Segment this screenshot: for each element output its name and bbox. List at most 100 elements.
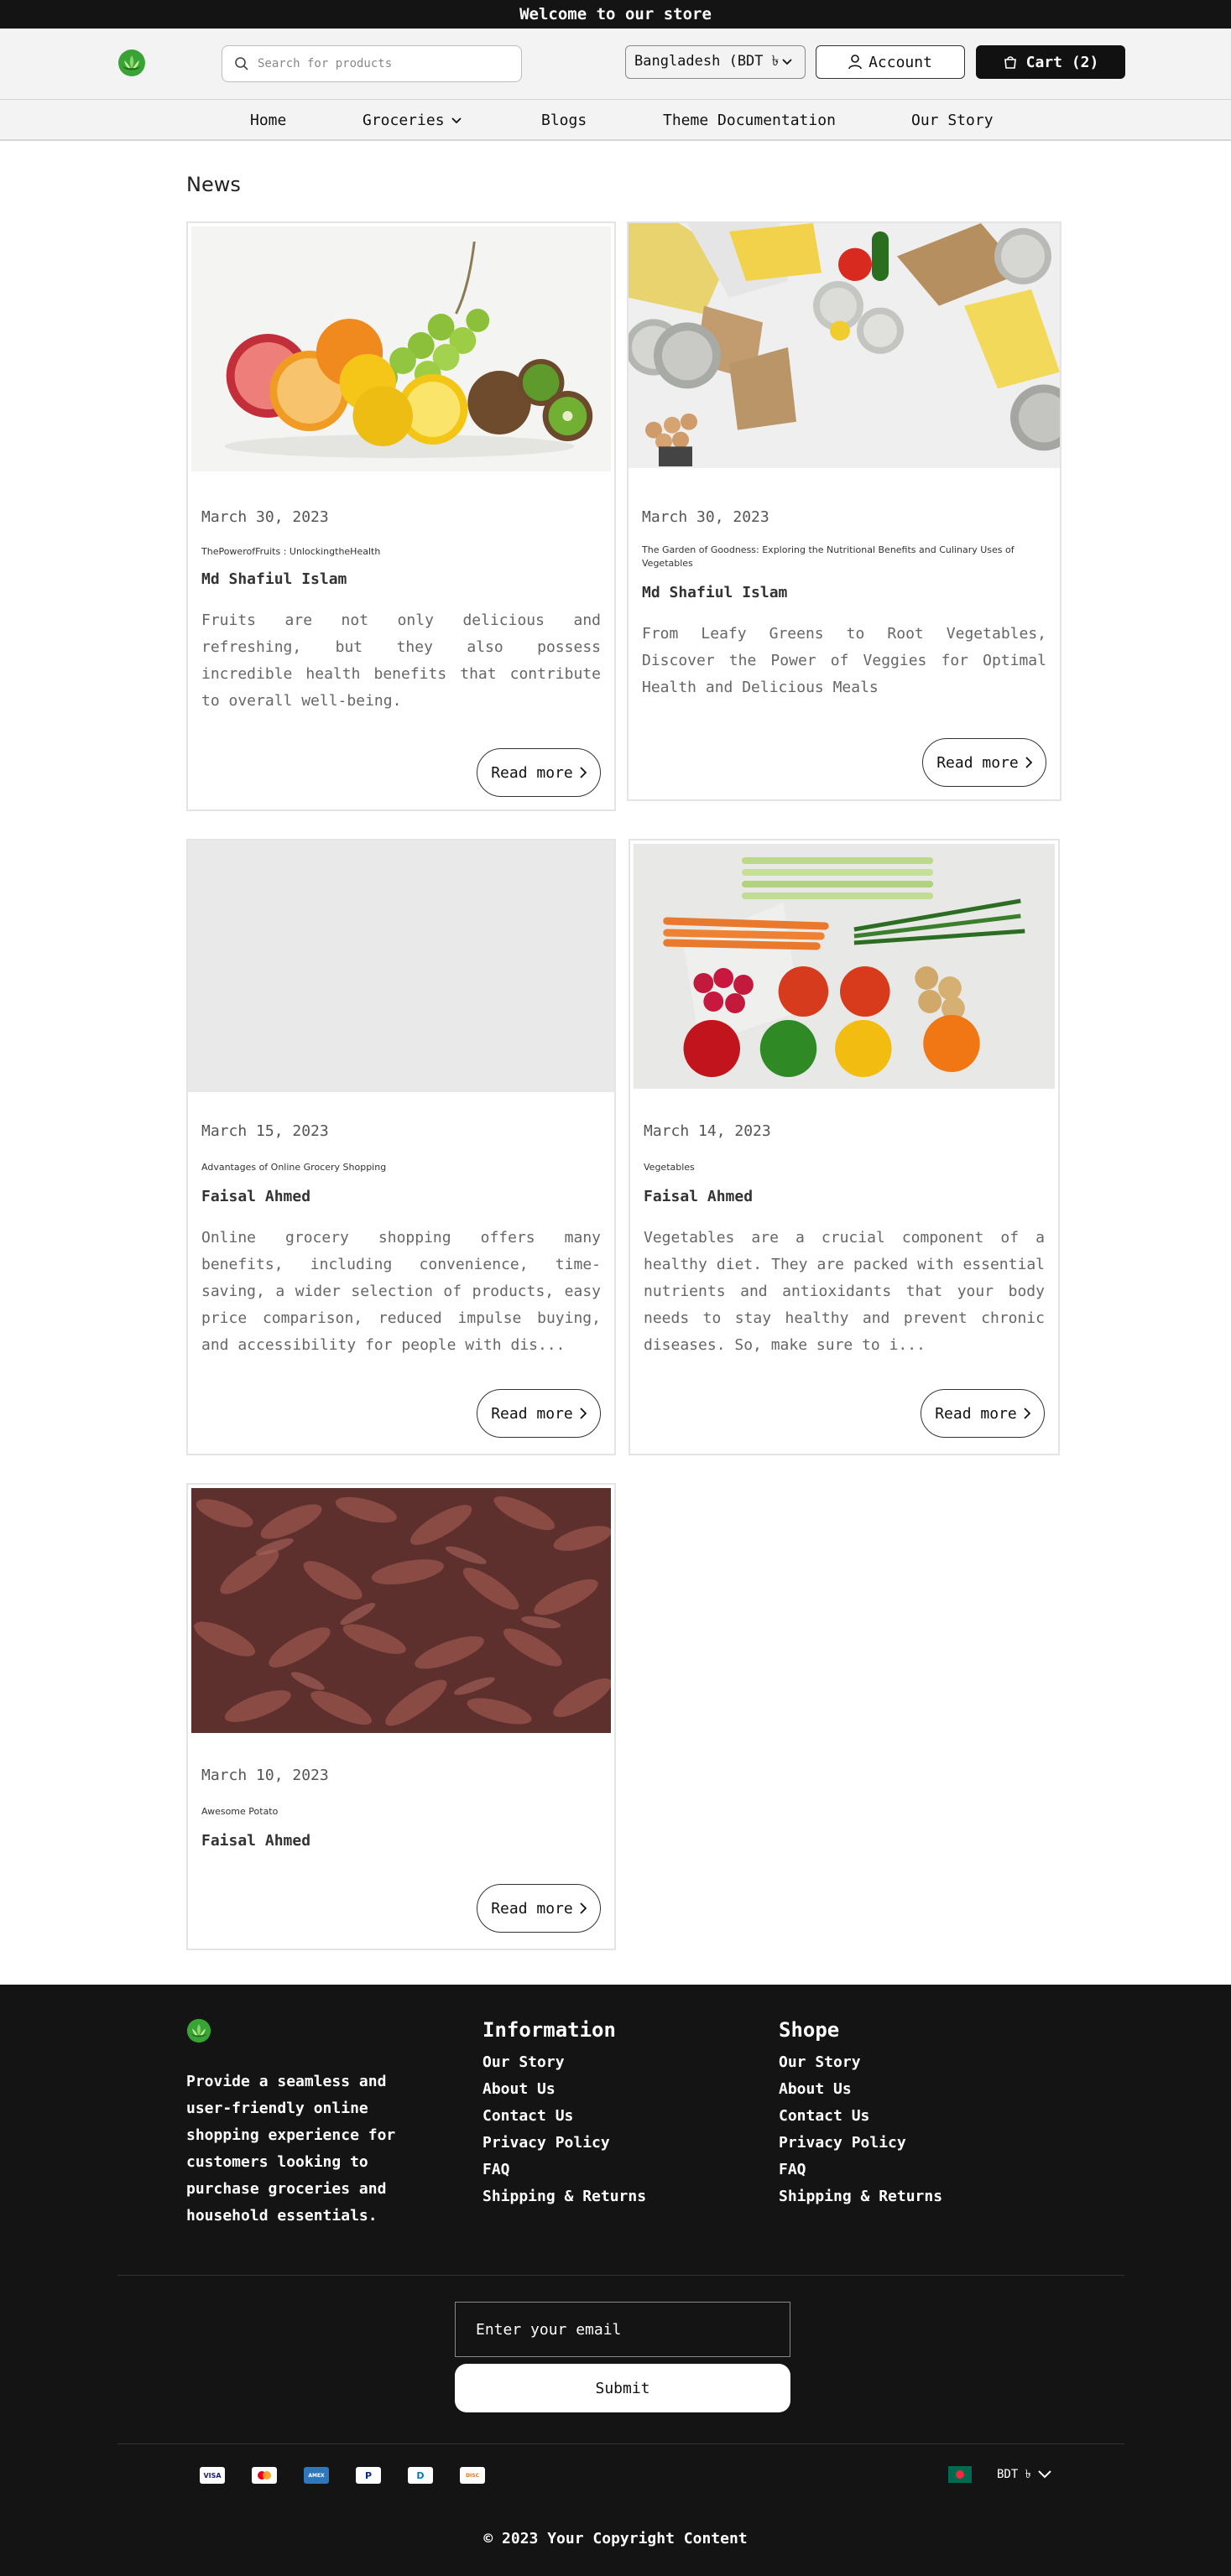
footer-link-about-us[interactable]: About Us bbox=[482, 2080, 646, 2098]
discover-icon: DISC bbox=[460, 2467, 485, 2484]
site-header: Bangladesh (BDT ৳ Account Cart (2) bbox=[0, 29, 1231, 99]
article-subtitle[interactable]: Awesome Potato bbox=[201, 1805, 601, 1819]
article-card: March 14, 2023 Vegetables Faisal Ahmed V… bbox=[629, 839, 1060, 1455]
chevron-down-icon bbox=[1037, 2470, 1051, 2479]
article-subtitle[interactable]: Advantages of Online Grocery Shopping bbox=[201, 1161, 601, 1174]
footer-link-privacy-policy[interactable]: Privacy Policy bbox=[482, 2134, 646, 2152]
article-subtitle[interactable]: Vegetables bbox=[644, 1161, 1045, 1174]
article-date: March 30, 2023 bbox=[201, 508, 329, 526]
footer-link-contact-us[interactable]: Contact Us bbox=[779, 2107, 942, 2125]
article-author: Md Shafiul Islam bbox=[642, 584, 788, 601]
article-author: Faisal Ahmed bbox=[201, 1188, 311, 1205]
logo-icon[interactable] bbox=[117, 49, 146, 77]
cart-button[interactable]: Cart (2) bbox=[976, 45, 1125, 79]
article-image-potatoes[interactable] bbox=[191, 1488, 611, 1733]
amex-icon: AMEX bbox=[304, 2467, 329, 2484]
read-more-button[interactable]: Read more bbox=[922, 738, 1046, 787]
read-more-button[interactable]: Read more bbox=[477, 1389, 601, 1438]
chevron-right-icon bbox=[1024, 1408, 1030, 1419]
newsletter-submit-button[interactable]: Submit bbox=[455, 2364, 790, 2412]
groceries-illustration bbox=[629, 223, 1060, 468]
article-date: March 14, 2023 bbox=[644, 1122, 771, 1140]
user-icon bbox=[848, 55, 862, 70]
read-more-button[interactable]: Read more bbox=[477, 748, 601, 797]
nav-home-label: Home bbox=[250, 112, 287, 129]
diners-icon-label: D bbox=[416, 2469, 425, 2481]
read-more-label: Read more bbox=[491, 1899, 573, 1918]
chevron-right-icon bbox=[580, 767, 587, 778]
country-selector[interactable]: Bangladesh (BDT ৳ bbox=[625, 45, 806, 79]
nav-groceries[interactable]: Groceries bbox=[363, 112, 462, 129]
cart-label: Cart (2) bbox=[1025, 53, 1099, 71]
article-date: March 10, 2023 bbox=[201, 1767, 329, 1784]
footer-link-faq[interactable]: FAQ bbox=[779, 2161, 942, 2178]
article-excerpt: Vegetables are a crucial component of a … bbox=[644, 1229, 1045, 1354]
article-card: March 10, 2023 Awesome Potato Faisal Ahm… bbox=[186, 1483, 616, 1950]
footer-link-about-us[interactable]: About Us bbox=[779, 2080, 942, 2098]
search-box[interactable] bbox=[222, 45, 522, 82]
article-author: Faisal Ahmed bbox=[201, 1832, 311, 1850]
article-image-groceries[interactable] bbox=[629, 223, 1060, 468]
footer-link-our-story[interactable]: Our Story bbox=[482, 2053, 646, 2071]
cart-icon bbox=[1004, 56, 1016, 69]
chevron-right-icon bbox=[1025, 757, 1032, 768]
submit-label: Submit bbox=[595, 2379, 650, 2397]
article-excerpt: From Leafy Greens to Root Vegetables, Di… bbox=[642, 625, 1046, 696]
article-image-vegetables[interactable] bbox=[634, 844, 1055, 1089]
read-more-label: Read more bbox=[936, 753, 1019, 772]
nav-our-story[interactable]: Our Story bbox=[911, 112, 994, 129]
blog-main: News March 30, 2023 ThePowerofFruits: U… bbox=[0, 141, 1231, 1985]
country-label: Bangladesh (BDT ৳ bbox=[634, 53, 780, 70]
newsletter-email-input[interactable] bbox=[455, 2302, 790, 2357]
nav-theme-documentation-label: Theme Documentation bbox=[663, 112, 836, 129]
nav-our-story-label: Our Story bbox=[911, 112, 994, 129]
logo-icon[interactable] bbox=[186, 2018, 211, 2043]
article-excerpt: Fruits are not only delicious and refres… bbox=[201, 611, 601, 710]
nav-home[interactable]: Home bbox=[250, 112, 286, 129]
vegetables-illustration bbox=[634, 844, 1055, 1089]
nav-theme-documentation[interactable]: Theme Documentation bbox=[663, 112, 836, 129]
footer-link-our-story[interactable]: Our Story bbox=[779, 2053, 942, 2071]
read-more-label: Read more bbox=[491, 763, 573, 782]
site-footer: Provide a seamless and user-friendly onl… bbox=[0, 1985, 1231, 2576]
nav-blogs[interactable]: Blogs bbox=[541, 112, 587, 129]
footer-shope-column: Shope Our Story About Us Contact Us Priv… bbox=[779, 2018, 942, 2214]
nav-groceries-label: Groceries bbox=[363, 112, 445, 129]
footer-link-contact-us[interactable]: Contact Us bbox=[482, 2107, 646, 2125]
nav-blogs-label: Blogs bbox=[541, 112, 587, 129]
article-card: March 30, 2023 The Garden of Goodness: E… bbox=[627, 221, 1061, 801]
article-excerpt: Online grocery shopping offers many bene… bbox=[201, 1229, 601, 1354]
page-title: News bbox=[186, 173, 241, 196]
diners-icon: D bbox=[408, 2467, 433, 2484]
footer-shope-title: Shope bbox=[779, 2018, 840, 2042]
main-nav: Home Groceries Blogs Theme Documentation… bbox=[0, 99, 1231, 141]
announcement-text: Welcome to our store bbox=[519, 5, 712, 23]
article-card: March 15, 2023 Advantages of Online Groc… bbox=[186, 839, 616, 1455]
visa-icon: VISA bbox=[200, 2467, 225, 2484]
search-input[interactable] bbox=[258, 57, 501, 70]
footer-divider bbox=[117, 2275, 1124, 2276]
chevron-right-icon bbox=[580, 1408, 587, 1419]
fruits-illustration bbox=[224, 241, 593, 458]
read-more-button[interactable]: Read more bbox=[477, 1884, 601, 1933]
footer-about-text: Provide a seamless and user-friendly onl… bbox=[186, 2073, 396, 2225]
paypal-icon-label: P bbox=[364, 2469, 373, 2481]
article-image-placeholder[interactable] bbox=[188, 840, 614, 1092]
currency-selector[interactable]: BDT ৳ bbox=[997, 2464, 1051, 2485]
footer-link-shipping-returns[interactable]: Shipping & Returns bbox=[482, 2188, 646, 2205]
account-button[interactable]: Account bbox=[816, 45, 965, 79]
potatoes-illustration bbox=[191, 1488, 611, 1733]
footer-link-privacy-policy[interactable]: Privacy Policy bbox=[779, 2134, 942, 2152]
article-image-fruits[interactable] bbox=[191, 226, 611, 471]
footer-link-shipping-returns[interactable]: Shipping & Returns bbox=[779, 2188, 942, 2205]
chevron-down-icon bbox=[782, 59, 792, 65]
footer-divider bbox=[117, 2443, 1124, 2444]
read-more-button[interactable]: Read more bbox=[921, 1389, 1045, 1438]
article-card: March 30, 2023 ThePowerofFruits : Unlock… bbox=[186, 221, 616, 811]
visa-icon-label: VISA bbox=[203, 2471, 222, 2480]
announcement-bar: Welcome to our store bbox=[0, 0, 1231, 29]
chevron-right-icon bbox=[580, 1902, 587, 1914]
article-subtitle[interactable]: ThePowerofFruits : UnlockingtheHealth bbox=[201, 545, 601, 559]
footer-link-faq[interactable]: FAQ bbox=[482, 2161, 646, 2178]
article-subtitle[interactable]: The Garden of Goodness: Exploring the Nu… bbox=[642, 544, 1046, 570]
